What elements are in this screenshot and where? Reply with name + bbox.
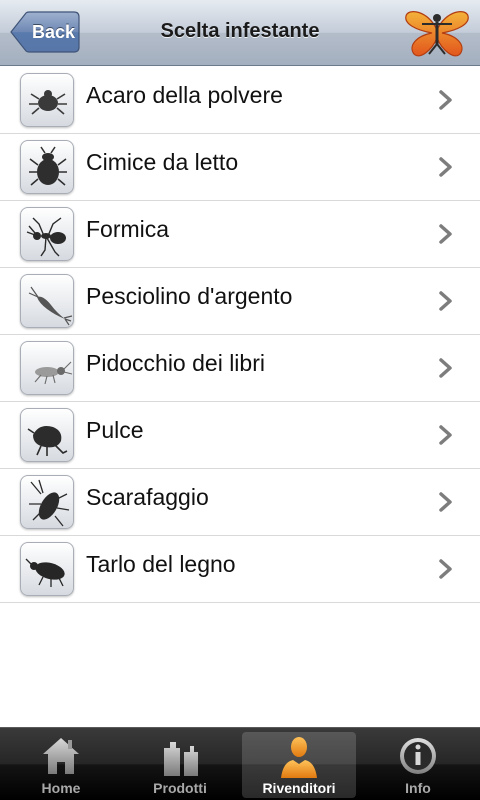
ant-icon — [20, 207, 74, 261]
list-item[interactable]: Scarafaggio — [0, 469, 480, 536]
tab-label: Info — [405, 780, 431, 796]
chevron-right-icon — [439, 291, 452, 311]
back-button[interactable]: Back — [10, 11, 80, 53]
home-icon — [43, 738, 79, 774]
tab-dealers[interactable]: Rivenditori — [242, 732, 356, 798]
list-item[interactable]: Pesciolino d'argento — [0, 268, 480, 335]
list-item-label: Tarlo del legno — [86, 551, 236, 577]
dust-mite-icon — [20, 73, 74, 127]
info-icon — [400, 738, 436, 774]
chevron-right-icon — [439, 358, 452, 378]
list-item-label: Pidocchio dei libri — [86, 350, 265, 376]
navigation-bar: Back Scelta infestante — [0, 0, 480, 66]
list-item[interactable]: Cimice da letto — [0, 134, 480, 201]
chevron-right-icon — [439, 224, 452, 244]
list-item[interactable]: Pulce — [0, 402, 480, 469]
chevron-right-icon — [439, 425, 452, 445]
back-button-label: Back — [32, 22, 76, 42]
chevron-right-icon — [439, 559, 452, 579]
chevron-right-icon — [439, 492, 452, 512]
list-item-label: Formica — [86, 216, 170, 242]
list-item[interactable]: Tarlo del legno — [0, 536, 480, 603]
list-item-label: Scarafaggio — [86, 484, 209, 510]
products-icon — [164, 742, 198, 776]
list-item-label: Cimice da letto — [86, 149, 239, 175]
list-item-label: Pulce — [86, 417, 144, 443]
list-item[interactable]: Acaro della polvere — [0, 67, 480, 134]
list-item[interactable]: Formica — [0, 201, 480, 268]
chevron-right-icon — [439, 90, 452, 110]
dealer-person-icon — [281, 737, 317, 778]
tab-label: Rivenditori — [262, 780, 336, 796]
page-title: Scelta infestante — [160, 20, 320, 42]
list-item[interactable]: Pidocchio dei libri — [0, 335, 480, 402]
cockroach-icon — [20, 475, 74, 529]
butterfly-logo-icon — [402, 6, 472, 60]
tab-label: Home — [41, 780, 81, 796]
list-item-label: Pesciolino d'argento — [86, 283, 293, 309]
tab-info[interactable]: Info — [361, 732, 475, 798]
tab-home[interactable]: Home — [4, 732, 118, 798]
tab-bar: Home Prodotti Rivenditori Info — [0, 727, 480, 800]
pest-list: Acaro della polvere Cimice da letto Form… — [0, 67, 480, 603]
booklouse-icon — [20, 341, 74, 395]
list-item-label: Acaro della polvere — [86, 82, 283, 108]
bedbug-icon — [20, 140, 74, 194]
tab-products[interactable]: Prodotti — [123, 732, 237, 798]
woodworm-icon — [20, 542, 74, 596]
silverfish-icon — [20, 274, 74, 328]
flea-icon — [20, 408, 74, 462]
chevron-right-icon — [439, 157, 452, 177]
tab-label: Prodotti — [153, 780, 207, 796]
